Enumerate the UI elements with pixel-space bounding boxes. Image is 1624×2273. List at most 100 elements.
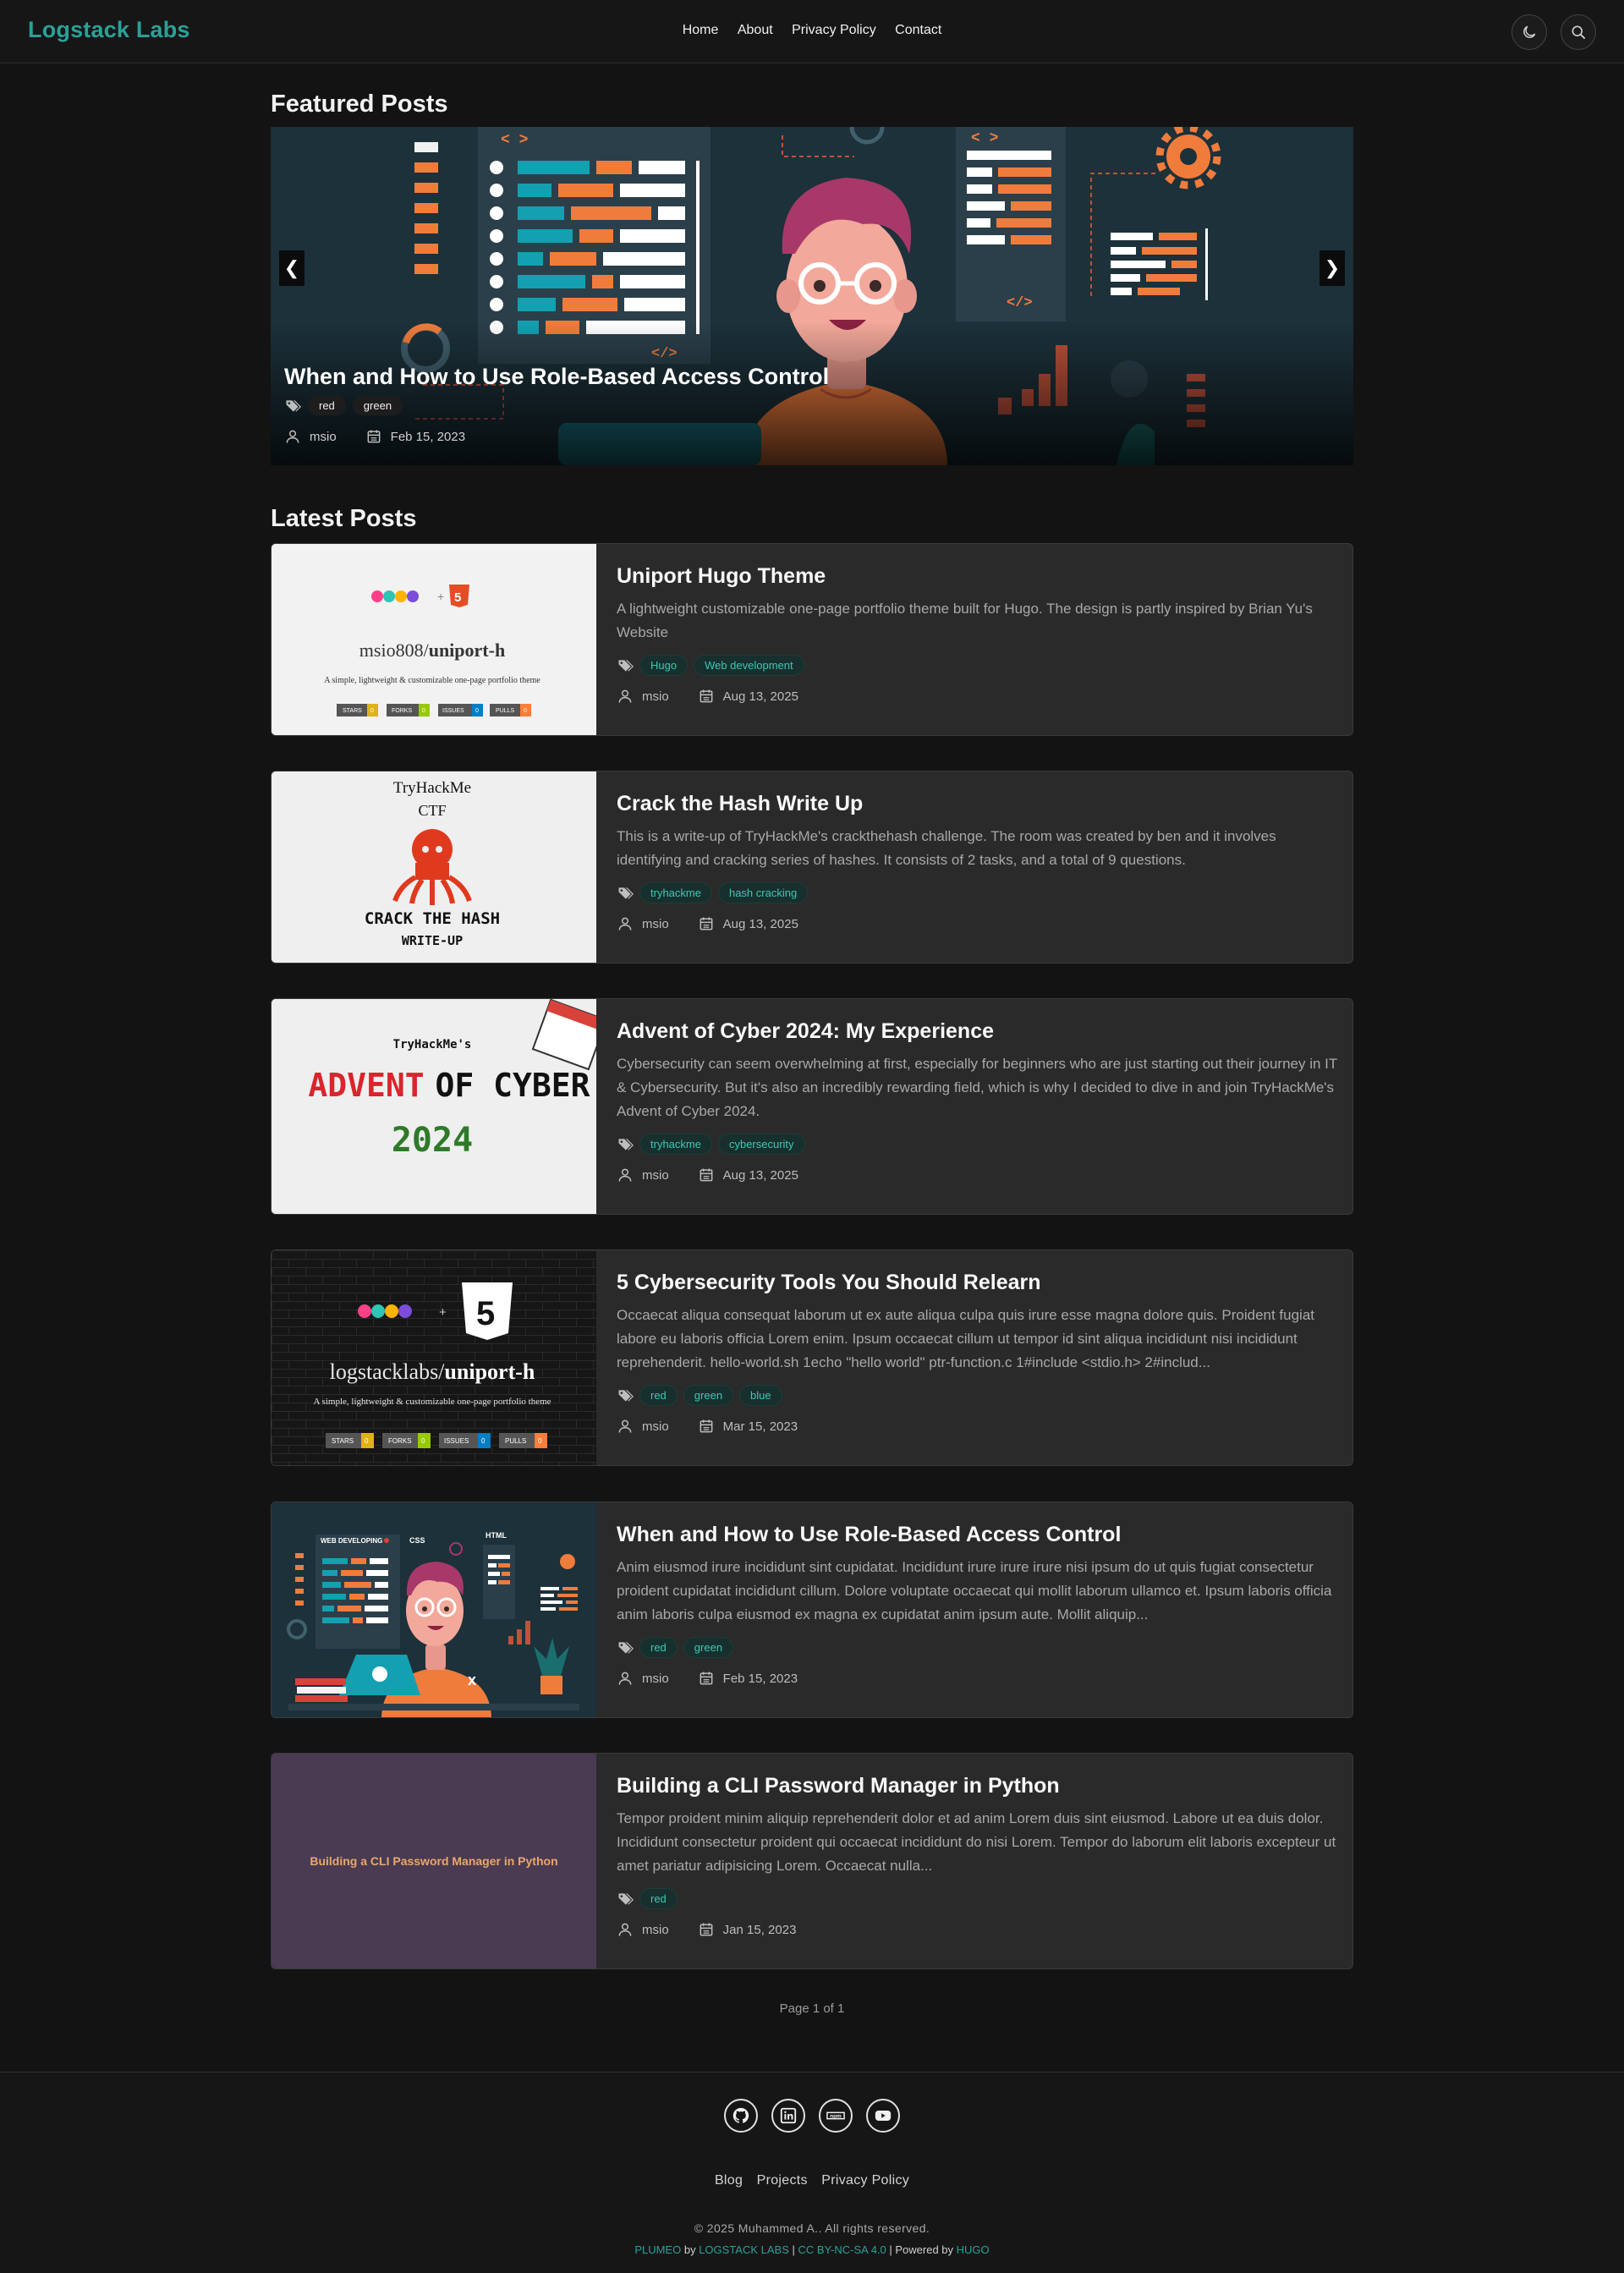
nav-link-about[interactable]: About (738, 23, 773, 38)
post-card[interactable]: TryHackMe's ADVENT OF CYBER 2024 Advent … (271, 998, 1353, 1215)
post-tag[interactable]: Hugo (639, 655, 689, 676)
footer-link-blog[interactable]: Blog (715, 2173, 743, 2188)
credit-hugo-link[interactable]: HUGO (957, 2243, 990, 2256)
post-thumbnail[interactable]: TryHackMe's ADVENT OF CYBER 2024 (272, 999, 596, 1214)
post-tag[interactable]: blue (739, 1385, 782, 1406)
post-card[interactable]: + 5 msio808/uniport-h A simple, lightwei… (271, 543, 1353, 736)
post-date: Jan 15, 2023 (722, 1922, 797, 1937)
tags-icon (618, 1892, 634, 1905)
svg-text:0: 0 (481, 1437, 486, 1445)
post-thumbnail[interactable]: + 5 msio808/uniport-h A simple, lightwei… (272, 544, 596, 735)
svg-text:0: 0 (538, 1437, 542, 1445)
github-icon (732, 2107, 749, 2123)
footer-link-privacy[interactable]: Privacy Policy (821, 2173, 909, 2188)
post-meta: msio Jan 15, 2023 (617, 1921, 1339, 1938)
featured-post-title[interactable]: When and How to Use Role-Based Access Co… (284, 364, 829, 390)
post-tag[interactable]: green (683, 1385, 734, 1406)
post-tag[interactable]: cybersecurity (717, 1134, 805, 1155)
featured-tag-green[interactable]: green (352, 396, 403, 415)
thumb-line4: WRITE-UP (402, 933, 463, 948)
youtube-link[interactable] (866, 2099, 900, 2133)
svg-text:npm: npm (830, 2113, 842, 2119)
featured-tag-red[interactable]: red (308, 396, 346, 415)
post-tags: tryhackme cybersecurity (617, 1134, 1339, 1155)
npm-link[interactable]: npm (819, 2099, 853, 2133)
post-card[interactable]: Building a CLI Password Manager in Pytho… (271, 1753, 1353, 1969)
post-thumbnail[interactable]: Building a CLI Password Manager in Pytho… (272, 1754, 596, 1968)
advent-of-cyber-image: TryHackMe's ADVENT OF CYBER 2024 (272, 999, 596, 1214)
github-link[interactable] (724, 2099, 758, 2133)
post-title[interactable]: When and How to Use Role-Based Access Co… (617, 1523, 1339, 1547)
post-card[interactable]: TryHackMe CTF CRACK THE HASH WRITE-UP Cr… (271, 771, 1353, 964)
nav-link-contact[interactable]: Contact (895, 23, 941, 38)
post-thumbnail[interactable]: TryHackMe CTF CRACK THE HASH WRITE-UP (272, 771, 596, 963)
svg-text:PULLS: PULLS (505, 1437, 526, 1445)
user-icon (618, 1168, 632, 1182)
footer-link-projects[interactable]: Projects (757, 2173, 808, 2188)
uniport-repo-image: + 5 msio808/uniport-h A simple, lightwei… (272, 544, 596, 735)
post-card[interactable]: WEB DEVELOPING CSS HTML x When and How t… (271, 1502, 1353, 1718)
user-icon (286, 430, 299, 443)
calendar-icon (367, 430, 381, 443)
svg-text:STARS: STARS (343, 708, 362, 714)
featured-tags: red green (284, 396, 403, 415)
credit-plumeo-link[interactable]: PLUMEO (634, 2243, 681, 2256)
post-tag[interactable]: Web development (694, 655, 804, 676)
thumb-top: TryHackMe's (393, 1038, 472, 1051)
carousel-next-button[interactable]: ❯ (1320, 250, 1345, 286)
post-tag[interactable]: red (639, 1888, 678, 1909)
carousel-prev-button[interactable]: ❮ (279, 250, 304, 286)
post-meta: msio Mar 15, 2023 (617, 1418, 1339, 1435)
post-thumbnail[interactable]: WEB DEVELOPING CSS HTML x (272, 1502, 596, 1717)
post-card[interactable]: + 5 logstacklabs/uniport-h A simple, lig… (271, 1249, 1353, 1466)
svg-text:FORKS: FORKS (392, 708, 412, 714)
linkedin-icon (780, 2107, 797, 2124)
post-excerpt: Anim eiusmod irure incididunt sint cupid… (617, 1559, 1332, 1622)
post-tags: Hugo Web development (617, 655, 1339, 676)
post-tag[interactable]: tryhackme (639, 882, 712, 903)
tags-icon (618, 887, 634, 899)
post-body: Crack the Hash Write Up This is a write-… (617, 771, 1339, 932)
post-meta: msio Aug 13, 2025 (617, 915, 1339, 932)
thumb-repo-owner: msio808/ (359, 640, 430, 661)
post-title[interactable]: Crack the Hash Write Up (617, 792, 1339, 816)
post-tag[interactable]: red (639, 1637, 678, 1658)
post-body: Advent of Cyber 2024: My Experience Cybe… (617, 999, 1339, 1183)
thumb-word2: OF CYBER (435, 1067, 590, 1104)
post-title[interactable]: Advent of Cyber 2024: My Experience (617, 1019, 1339, 1044)
thumb-subtitle: A simple, lightweight & customizable one… (324, 676, 540, 685)
top-navbar: Logstack Labs Home About Privacy Policy … (0, 0, 1624, 63)
svg-text:+: + (439, 1305, 447, 1320)
post-meta: msio Aug 13, 2025 (617, 1167, 1339, 1183)
post-title[interactable]: 5 Cybersecurity Tools You Should Relearn (617, 1271, 1339, 1295)
post-title[interactable]: Building a CLI Password Manager in Pytho… (617, 1774, 1339, 1798)
theme-toggle-button[interactable] (1512, 14, 1547, 50)
svg-text:0: 0 (475, 708, 479, 714)
post-thumbnail[interactable]: + 5 logstacklabs/uniport-h A simple, lig… (272, 1250, 596, 1465)
featured-author: msio (310, 429, 337, 444)
moon-icon (1523, 25, 1536, 38)
post-tag[interactable]: hash cracking (717, 882, 809, 903)
post-meta: msio Aug 13, 2025 (617, 688, 1339, 705)
post-title[interactable]: Uniport Hugo Theme (617, 564, 1339, 589)
post-tag[interactable]: green (683, 1637, 734, 1658)
svg-text:0: 0 (422, 708, 425, 714)
linkedin-link[interactable] (771, 2099, 805, 2133)
search-icon (1572, 25, 1585, 39)
credit-license-link[interactable]: CC BY-NC-SA 4.0 (798, 2243, 886, 2256)
post-excerpt: Cybersecurity can seem overwhelming at f… (617, 1056, 1337, 1119)
post-author: msio (642, 1671, 669, 1686)
search-button[interactable] (1561, 14, 1596, 50)
post-tag[interactable]: red (639, 1385, 678, 1406)
nav-links: Home About Privacy Policy Contact (0, 23, 1624, 38)
calendar-icon (700, 1672, 713, 1685)
calendar-icon (700, 917, 713, 931)
credit-logstack-link[interactable]: LOGSTACK LABS (699, 2243, 789, 2256)
nav-link-home[interactable]: Home (683, 23, 719, 38)
rbac-illustration: WEB DEVELOPING CSS HTML x (272, 1502, 596, 1717)
nav-link-privacy[interactable]: Privacy Policy (792, 23, 876, 38)
post-tag[interactable]: tryhackme (639, 1134, 712, 1155)
featured-carousel[interactable]: < > </> < > </> (271, 127, 1353, 465)
post-excerpt: A lightweight customizable one-page port… (617, 601, 1313, 640)
post-body: When and How to Use Role-Based Access Co… (617, 1502, 1339, 1687)
